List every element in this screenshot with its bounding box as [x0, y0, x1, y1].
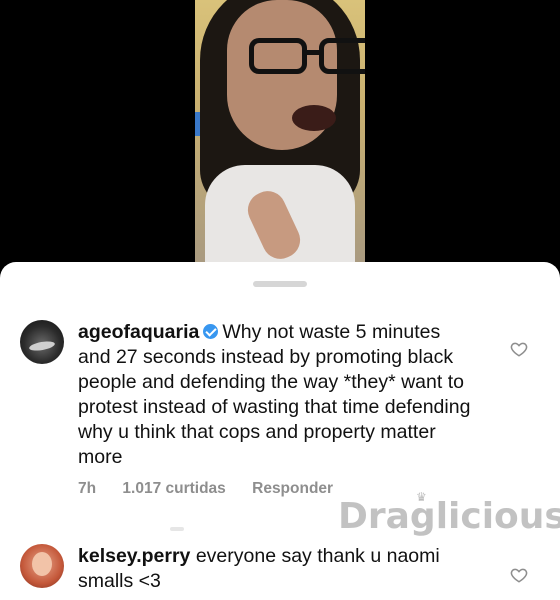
- comments-sheet: ageofaquaria Why not waste 5 minutes and …: [0, 262, 560, 600]
- watermark-text: Draglicious: [338, 496, 560, 537]
- comment-meta: 7h 1.017 curtidas Responder: [78, 480, 355, 498]
- comment-text: Why not waste 5 minutes and 27 seconds i…: [78, 321, 471, 468]
- sheet-drag-handle[interactable]: [253, 281, 307, 287]
- comment-likes[interactable]: 1.017 curtidas: [122, 480, 225, 497]
- glasses: [249, 38, 365, 78]
- heart-outline-icon[interactable]: [510, 340, 528, 358]
- comment-username[interactable]: ageofaquaria: [78, 321, 199, 343]
- avatar[interactable]: [20, 320, 64, 364]
- comment-body: kelsey.perry everyone say thank u naomi …: [78, 544, 478, 594]
- reply-button[interactable]: Responder: [252, 480, 333, 497]
- comment-body: ageofaquaria Why not waste 5 minutes and …: [78, 320, 478, 470]
- avatar[interactable]: [20, 544, 64, 588]
- faint-divider: [170, 527, 184, 531]
- heart-outline-icon[interactable]: [510, 566, 528, 584]
- mouth: [292, 105, 336, 131]
- comment-username[interactable]: kelsey.perry: [78, 545, 190, 567]
- watermark-logo: ♛ Draglicious: [338, 490, 560, 537]
- crown-icon: ♛: [416, 490, 427, 504]
- verified-badge-icon: [203, 324, 219, 339]
- comment-time: 7h: [78, 480, 97, 497]
- live-video-area[interactable]: [0, 0, 560, 262]
- person-face: [227, 0, 365, 150]
- video-frame: [195, 0, 365, 262]
